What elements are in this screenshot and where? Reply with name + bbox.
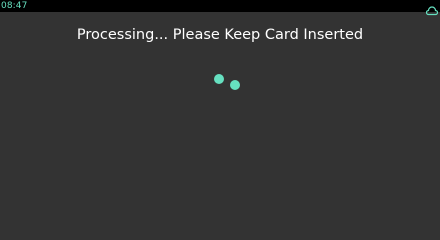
status-bar: 08:47 <box>0 0 440 16</box>
spinner-dot <box>230 80 240 90</box>
processing-message: Processing... Please Keep Card Inserted <box>76 27 364 43</box>
processing-screen: 08:47 Processing... Please Keep Card Ins… <box>0 0 440 208</box>
spinner-dot <box>214 74 224 84</box>
status-clock: 08:47 <box>1 1 28 11</box>
loading-dots-icon <box>210 70 244 96</box>
cloud-icon <box>425 1 439 16</box>
